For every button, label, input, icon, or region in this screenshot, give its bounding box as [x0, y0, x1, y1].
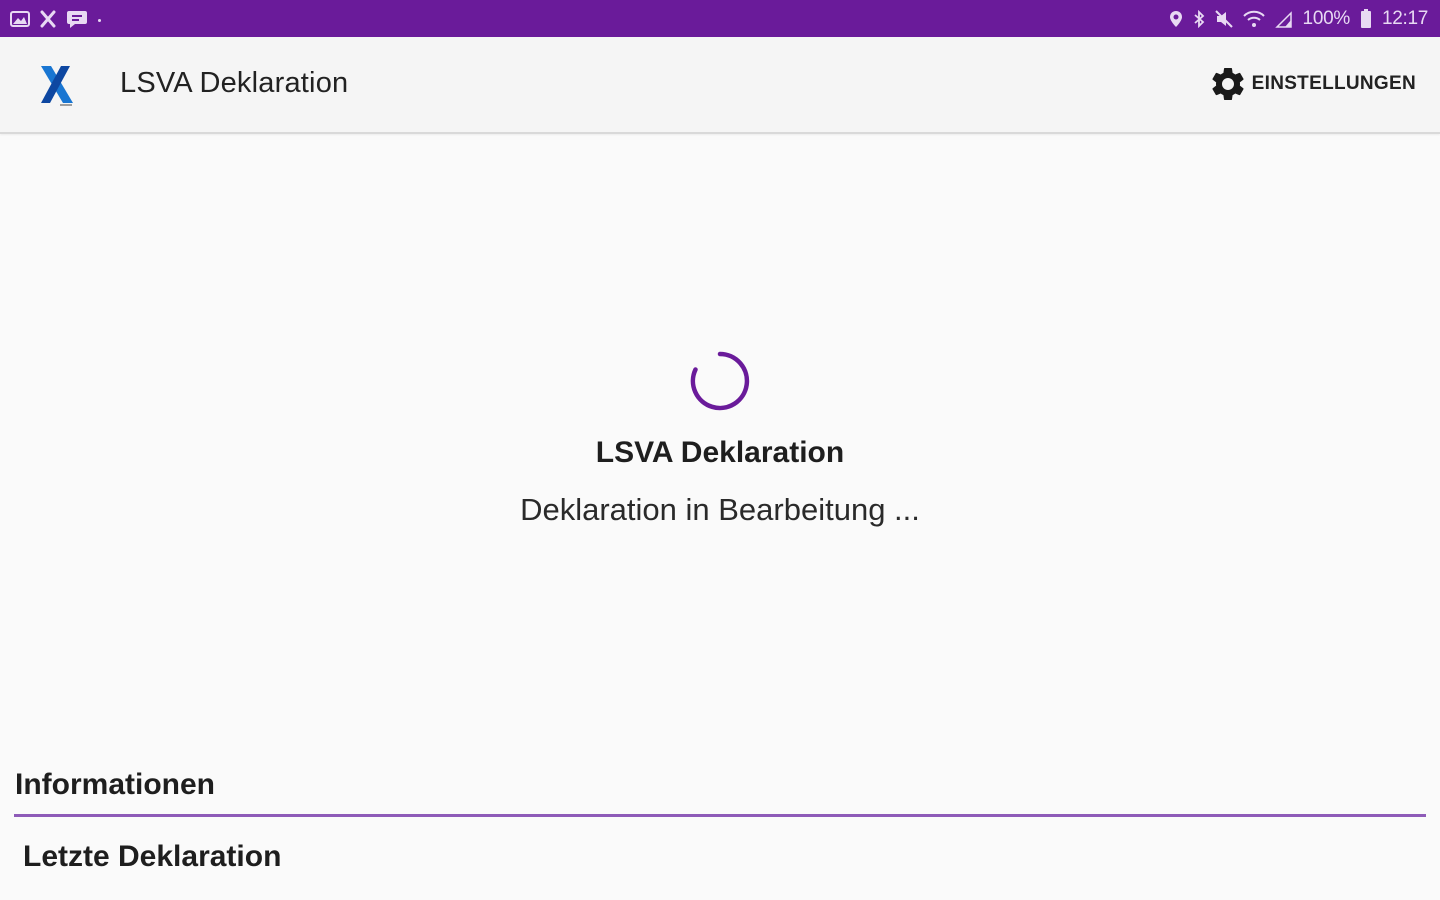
wifi-icon — [1242, 10, 1265, 28]
loading-title: LSVA Deklaration — [595, 436, 845, 469]
app-title: LSVA Deklaration — [120, 67, 349, 99]
battery-percentage: 100% — [1302, 7, 1351, 29]
loading-panel: LSVA Deklaration Deklaration in Bearbeit… — [0, 348, 1440, 528]
loading-message: Deklaration in Bearbeitung ... — [520, 492, 920, 527]
clock: 12:17 — [1381, 7, 1428, 29]
loading-spinner-icon — [690, 351, 750, 411]
settings-label: EINSTELLUNGEN — [1251, 73, 1416, 94]
last-declaration-item[interactable]: Letzte Deklaration — [23, 840, 281, 874]
battery-icon — [1360, 8, 1372, 29]
status-bar: 100% 12:17 — [0, 0, 1440, 37]
signal-icon — [1274, 10, 1293, 28]
gear-icon — [1208, 64, 1248, 104]
app-bar: LSVA Deklaration EINSTELLUNGEN — [0, 37, 1440, 134]
image-icon — [10, 10, 30, 28]
app-logo — [36, 63, 78, 109]
status-bar-left — [10, 9, 101, 29]
section-divider — [14, 814, 1426, 817]
information-heading: Informationen — [15, 768, 215, 801]
notification-dot — [98, 19, 101, 22]
x-app-icon — [40, 10, 56, 28]
status-bar-right: 100% 12:17 — [1169, 8, 1428, 30]
location-icon — [1169, 10, 1183, 28]
chat-icon — [66, 9, 88, 29]
settings-button[interactable]: EINSTELLUNGEN — [1208, 64, 1416, 104]
bluetooth-icon — [1193, 9, 1205, 28]
mute-icon — [1214, 9, 1233, 28]
